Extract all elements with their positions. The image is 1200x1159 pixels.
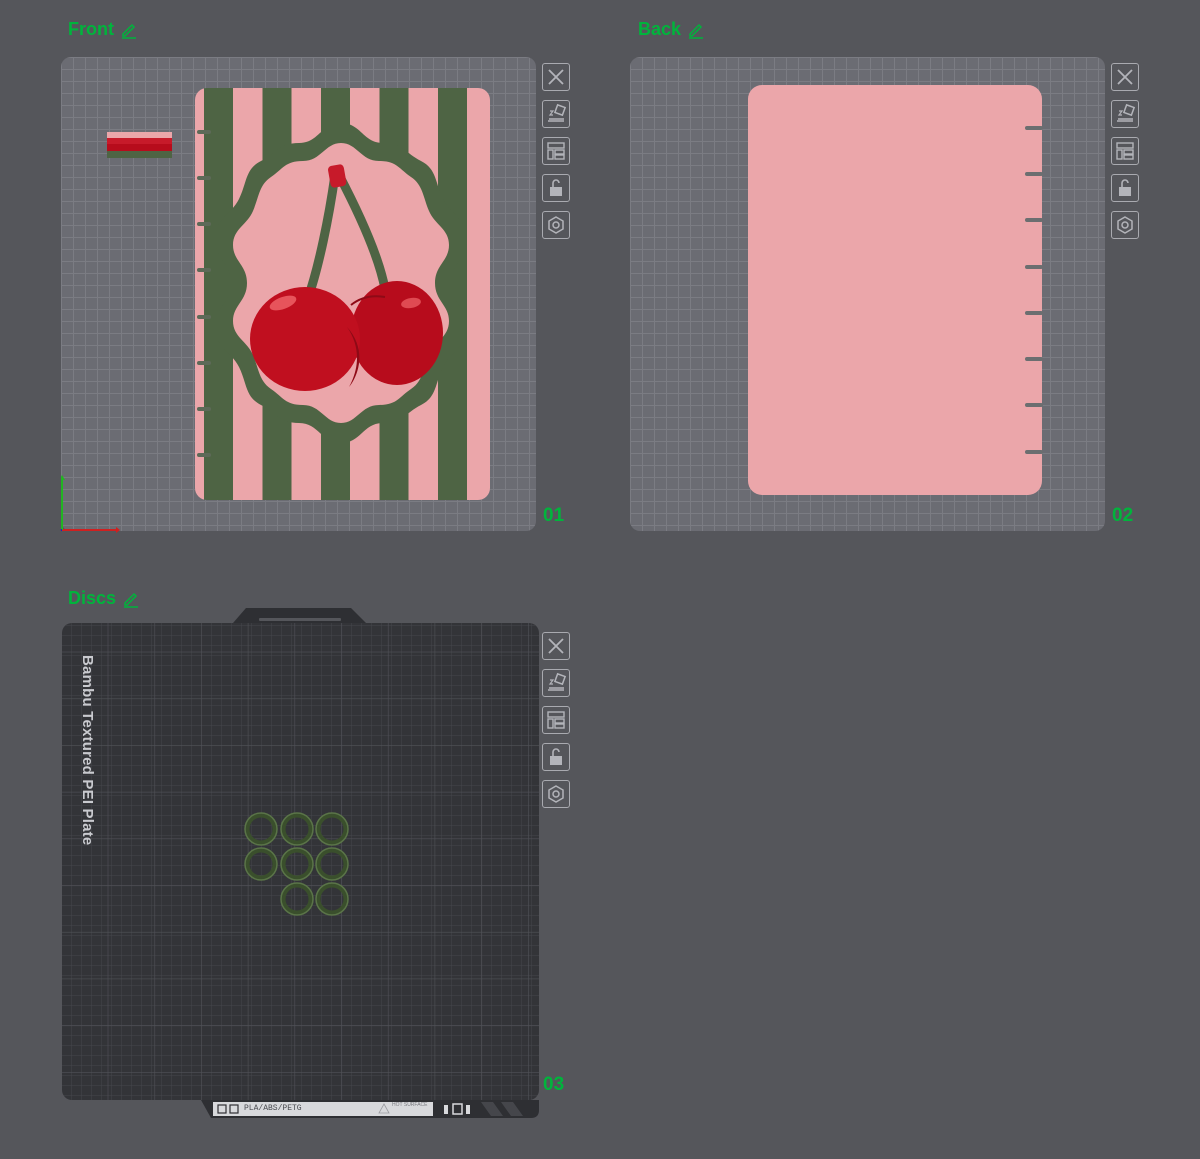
arrange-button[interactable]	[542, 137, 570, 165]
close-plate-button[interactable]	[542, 632, 570, 660]
arrange-button[interactable]	[1111, 137, 1139, 165]
auto-orient-button[interactable]	[1111, 100, 1139, 128]
close-icon	[548, 638, 564, 654]
settings-icon	[548, 216, 564, 234]
plate-title-back[interactable]: Back	[638, 19, 705, 40]
plate-name: Back	[638, 19, 682, 39]
lock-plate-button[interactable]	[1111, 174, 1139, 202]
plate-number-03: 03	[543, 1074, 565, 1095]
plate-number-01: 01	[543, 505, 565, 526]
hot-surface-text: HOT SURFACE	[392, 1102, 428, 1108]
lock-plate-button[interactable]	[542, 743, 570, 771]
auto-orient-icon	[548, 672, 567, 691]
back-cover-model[interactable]	[630, 57, 1105, 531]
edit-pencil-icon[interactable]	[120, 21, 138, 39]
plate-settings-button[interactable]	[1111, 211, 1139, 239]
plate-settings-button[interactable]	[542, 780, 570, 808]
plate-sticker-text: PLA/ABS/PETG	[244, 1104, 302, 1113]
auto-orient-button[interactable]	[542, 669, 570, 697]
lock-icon	[1119, 179, 1131, 196]
plate-toolbar-01	[542, 63, 570, 239]
lock-plate-button[interactable]	[542, 174, 570, 202]
plate-toolbar-03	[542, 632, 570, 808]
front-cover-model[interactable]	[61, 57, 536, 533]
close-icon	[1117, 69, 1133, 85]
plate-number-02: 02	[1112, 505, 1134, 526]
arrange-icon	[547, 142, 565, 160]
bed-label: Bambu Textured PEI Plate	[79, 655, 96, 846]
close-icon	[548, 69, 564, 85]
auto-orient-button[interactable]	[542, 100, 570, 128]
arrange-button[interactable]	[542, 706, 570, 734]
plate-toolbar-02	[1111, 63, 1139, 239]
plate-settings-button[interactable]	[542, 211, 570, 239]
arrange-icon	[547, 711, 565, 729]
close-plate-button[interactable]	[542, 63, 570, 91]
lock-icon	[550, 748, 562, 765]
build-plate-discs[interactable]	[61, 605, 541, 1120]
close-plate-button[interactable]	[1111, 63, 1139, 91]
plate-title-front[interactable]: Front	[68, 19, 138, 40]
auto-orient-icon	[1117, 103, 1136, 122]
edit-pencil-icon[interactable]	[687, 21, 705, 39]
settings-icon	[548, 785, 564, 803]
filament-swatch	[107, 132, 172, 158]
bed-label-container: Bambu Textured PEI Plate	[60, 655, 120, 875]
arrange-icon	[1116, 142, 1134, 160]
auto-orient-icon	[548, 103, 567, 122]
plate-name: Front	[68, 19, 114, 39]
settings-icon	[1117, 216, 1133, 234]
lock-icon	[550, 179, 562, 196]
